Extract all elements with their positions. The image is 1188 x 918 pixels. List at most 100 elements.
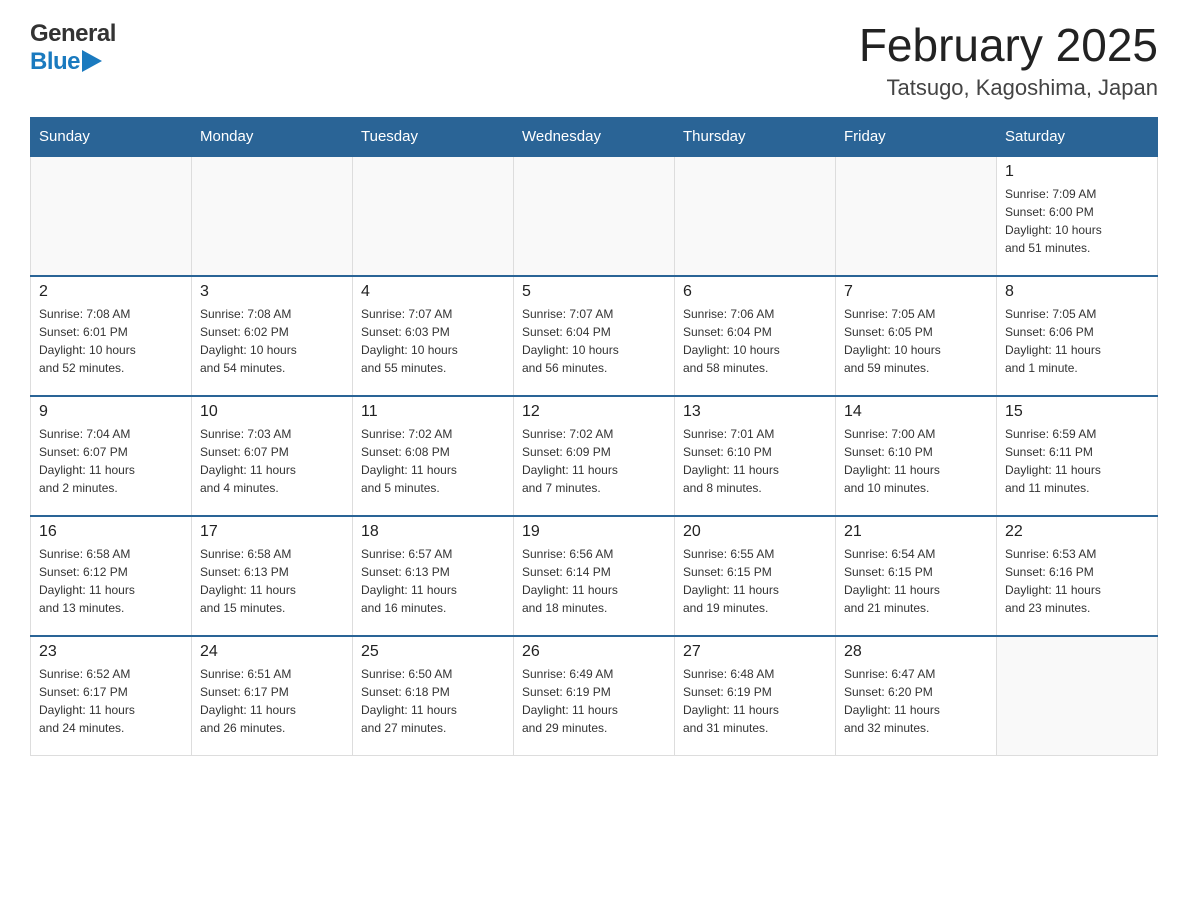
day-info: Sunrise: 7:05 AMSunset: 6:05 PMDaylight:… (844, 305, 988, 377)
day-number: 18 (361, 523, 505, 541)
day-info: Sunrise: 6:51 AMSunset: 6:17 PMDaylight:… (200, 665, 344, 737)
calendar-week-row: 16 Sunrise: 6:58 AMSunset: 6:12 PMDayligh… (31, 516, 1158, 636)
day-info: Sunrise: 6:49 AMSunset: 6:19 PMDaylight:… (522, 665, 666, 737)
day-number: 7 (844, 283, 988, 301)
day-info: Sunrise: 7:02 AMSunset: 6:08 PMDaylight:… (361, 425, 505, 497)
day-number: 26 (522, 643, 666, 661)
table-row (192, 156, 353, 276)
table-row: 7 Sunrise: 7:05 AMSunset: 6:05 PMDaylight… (836, 276, 997, 396)
day-number: 27 (683, 643, 827, 661)
day-number: 24 (200, 643, 344, 661)
col-friday: Friday (836, 117, 997, 156)
table-row: 26 Sunrise: 6:49 AMSunset: 6:19 PMDayligh… (514, 636, 675, 756)
day-number: 19 (522, 523, 666, 541)
table-row (997, 636, 1158, 756)
logo-arrow-icon (82, 48, 104, 74)
col-saturday: Saturday (997, 117, 1158, 156)
calendar-week-row: 9 Sunrise: 7:04 AMSunset: 6:07 PMDaylight… (31, 396, 1158, 516)
day-info: Sunrise: 7:01 AMSunset: 6:10 PMDaylight:… (683, 425, 827, 497)
day-info: Sunrise: 7:06 AMSunset: 6:04 PMDaylight:… (683, 305, 827, 377)
day-number: 22 (1005, 523, 1149, 541)
day-number: 8 (1005, 283, 1149, 301)
day-number: 2 (39, 283, 183, 301)
day-number: 25 (361, 643, 505, 661)
day-number: 17 (200, 523, 344, 541)
table-row: 22 Sunrise: 6:53 AMSunset: 6:16 PMDayligh… (997, 516, 1158, 636)
table-row (353, 156, 514, 276)
day-info: Sunrise: 6:53 AMSunset: 6:16 PMDaylight:… (1005, 545, 1149, 617)
month-title: February 2025 (859, 20, 1158, 71)
table-row: 28Sunrise: 6:47 AMSunset: 6:20 PMDayligh… (836, 636, 997, 756)
logo-line1: General (30, 20, 116, 48)
col-sunday: Sunday (31, 117, 192, 156)
day-number: 20 (683, 523, 827, 541)
page-header: General Blue February 2025 Tatsugo, Kago… (30, 20, 1158, 101)
day-number: 16 (39, 523, 183, 541)
day-number: 12 (522, 403, 666, 421)
table-row (31, 156, 192, 276)
logo-line2: Blue (30, 48, 80, 76)
day-number: 23 (39, 643, 183, 661)
table-row: 27 Sunrise: 6:48 AMSunset: 6:19 PMDayligh… (675, 636, 836, 756)
calendar-week-row: 1 Sunrise: 7:09 AMSunset: 6:00 PMDaylight… (31, 156, 1158, 276)
table-row: 19Sunrise: 6:56 AMSunset: 6:14 PMDayligh… (514, 516, 675, 636)
col-tuesday: Tuesday (353, 117, 514, 156)
day-info: Sunrise: 6:52 AMSunset: 6:17 PMDaylight:… (39, 665, 183, 737)
table-row: 17 Sunrise: 6:58 AMSunset: 6:13 PMDayligh… (192, 516, 353, 636)
table-row: 8 Sunrise: 7:05 AMSunset: 6:06 PMDaylight… (997, 276, 1158, 396)
table-row (675, 156, 836, 276)
day-number: 15 (1005, 403, 1149, 421)
day-number: 14 (844, 403, 988, 421)
table-row: 9 Sunrise: 7:04 AMSunset: 6:07 PMDaylight… (31, 396, 192, 516)
day-number: 28 (844, 643, 988, 661)
day-info: Sunrise: 7:09 AMSunset: 6:00 PMDaylight:… (1005, 185, 1149, 257)
day-number: 10 (200, 403, 344, 421)
day-info: Sunrise: 7:05 AMSunset: 6:06 PMDaylight:… (1005, 305, 1149, 377)
table-row: 21 Sunrise: 6:54 AMSunset: 6:15 PMDayligh… (836, 516, 997, 636)
day-info: Sunrise: 6:55 AMSunset: 6:15 PMDaylight:… (683, 545, 827, 617)
day-info: Sunrise: 6:58 AMSunset: 6:13 PMDaylight:… (200, 545, 344, 617)
day-number: 4 (361, 283, 505, 301)
table-row: 5Sunrise: 7:07 AMSunset: 6:04 PMDaylight… (514, 276, 675, 396)
table-row: 20 Sunrise: 6:55 AMSunset: 6:15 PMDayligh… (675, 516, 836, 636)
day-number: 1 (1005, 163, 1149, 181)
day-info: Sunrise: 7:07 AMSunset: 6:04 PMDaylight:… (522, 305, 666, 377)
col-monday: Monday (192, 117, 353, 156)
table-row: 16 Sunrise: 6:58 AMSunset: 6:12 PMDayligh… (31, 516, 192, 636)
day-info: Sunrise: 6:54 AMSunset: 6:15 PMDaylight:… (844, 545, 988, 617)
table-row: 14 Sunrise: 7:00 AMSunset: 6:10 PMDayligh… (836, 396, 997, 516)
calendar-week-row: 2 Sunrise: 7:08 AMSunset: 6:01 PMDaylight… (31, 276, 1158, 396)
table-row: 12 Sunrise: 7:02 AMSunset: 6:09 PMDayligh… (514, 396, 675, 516)
day-info: Sunrise: 7:00 AMSunset: 6:10 PMDaylight:… (844, 425, 988, 497)
day-info: Sunrise: 6:57 AMSunset: 6:13 PMDaylight:… (361, 545, 505, 617)
day-info: Sunrise: 7:07 AMSunset: 6:03 PMDaylight:… (361, 305, 505, 377)
day-info: Sunrise: 6:59 AMSunset: 6:11 PMDaylight:… (1005, 425, 1149, 497)
table-row: 11 Sunrise: 7:02 AMSunset: 6:08 PMDayligh… (353, 396, 514, 516)
calendar-header-row: Sunday Monday Tuesday Wednesday Thursday… (31, 117, 1158, 156)
table-row (514, 156, 675, 276)
table-row: 25Sunrise: 6:50 AMSunset: 6:18 PMDayligh… (353, 636, 514, 756)
table-row: 3 Sunrise: 7:08 AMSunset: 6:02 PMDaylight… (192, 276, 353, 396)
day-info: Sunrise: 7:02 AMSunset: 6:09 PMDaylight:… (522, 425, 666, 497)
day-info: Sunrise: 7:08 AMSunset: 6:02 PMDaylight:… (200, 305, 344, 377)
day-number: 11 (361, 403, 505, 421)
day-number: 3 (200, 283, 344, 301)
table-row: 15 Sunrise: 6:59 AMSunset: 6:11 PMDayligh… (997, 396, 1158, 516)
day-info: Sunrise: 6:48 AMSunset: 6:19 PMDaylight:… (683, 665, 827, 737)
calendar-table: Sunday Monday Tuesday Wednesday Thursday… (30, 117, 1158, 757)
day-info: Sunrise: 7:03 AMSunset: 6:07 PMDaylight:… (200, 425, 344, 497)
col-wednesday: Wednesday (514, 117, 675, 156)
day-number: 6 (683, 283, 827, 301)
logo: General Blue (30, 20, 116, 76)
day-number: 21 (844, 523, 988, 541)
table-row: 23 Sunrise: 6:52 AMSunset: 6:17 PMDayligh… (31, 636, 192, 756)
day-info: Sunrise: 7:08 AMSunset: 6:01 PMDaylight:… (39, 305, 183, 377)
table-row (836, 156, 997, 276)
day-number: 9 (39, 403, 183, 421)
calendar-week-row: 23 Sunrise: 6:52 AMSunset: 6:17 PMDayligh… (31, 636, 1158, 756)
table-row: 6 Sunrise: 7:06 AMSunset: 6:04 PMDaylight… (675, 276, 836, 396)
table-row: 24 Sunrise: 6:51 AMSunset: 6:17 PMDayligh… (192, 636, 353, 756)
title-block: February 2025 Tatsugo, Kagoshima, Japan (859, 20, 1158, 101)
day-info: Sunrise: 7:04 AMSunset: 6:07 PMDaylight:… (39, 425, 183, 497)
day-info: Sunrise: 6:58 AMSunset: 6:12 PMDaylight:… (39, 545, 183, 617)
